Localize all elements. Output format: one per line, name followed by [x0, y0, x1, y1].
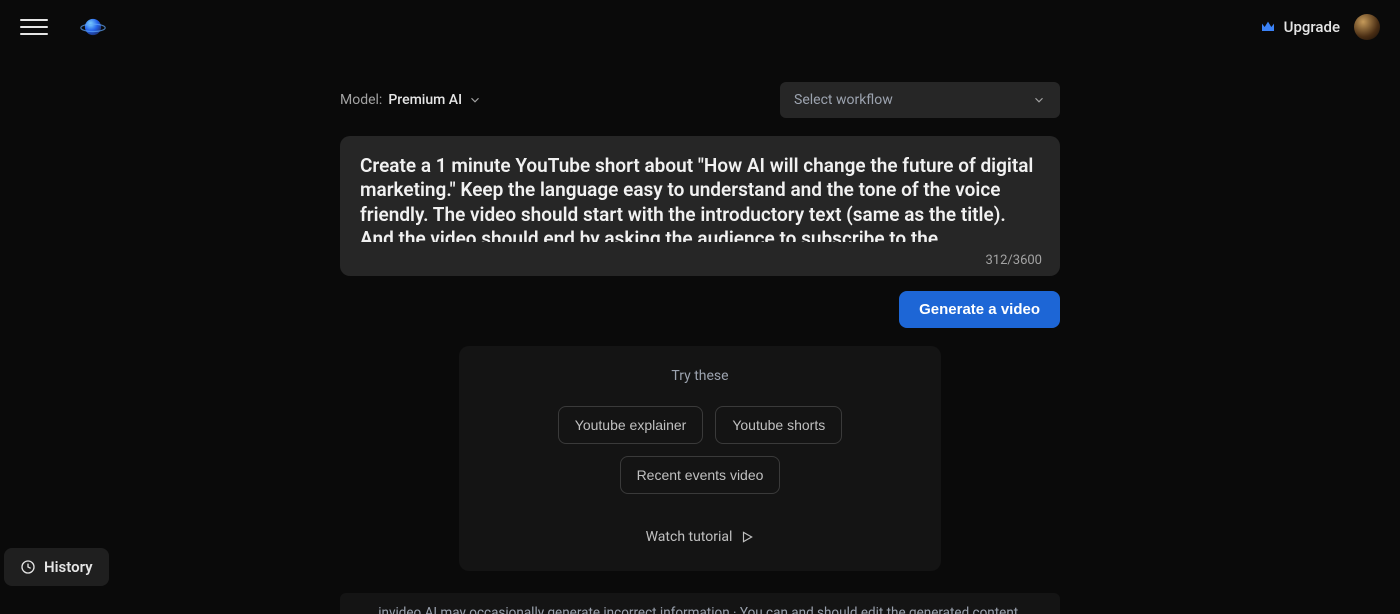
top-bar: Upgrade — [0, 2, 1400, 52]
chip-recent-events-video[interactable]: Recent events video — [620, 456, 781, 494]
history-label: History — [44, 558, 93, 576]
model-label: Model: — [340, 92, 382, 108]
chevron-down-icon — [468, 93, 482, 107]
clock-icon — [20, 559, 36, 575]
crown-icon — [1260, 19, 1276, 35]
chip-youtube-shorts[interactable]: Youtube shorts — [715, 406, 842, 444]
model-select[interactable]: Model: Premium AI — [340, 92, 482, 108]
chip-youtube-explainer[interactable]: Youtube explainer — [558, 406, 704, 444]
app-logo[interactable] — [80, 14, 106, 40]
model-value: Premium AI — [388, 92, 462, 108]
try-these-label: Try these — [479, 368, 921, 384]
prompt-textarea[interactable] — [360, 154, 1040, 242]
workflow-placeholder: Select workflow — [794, 92, 893, 108]
menu-button[interactable] — [20, 13, 48, 41]
prompt-box: 312/3600 — [340, 136, 1060, 276]
char-count: 312/3600 — [985, 253, 1042, 268]
planet-icon — [80, 14, 106, 40]
history-button[interactable]: History — [4, 548, 109, 586]
suggestions-card: Try these Youtube explainer Youtube shor… — [459, 346, 941, 571]
generate-video-button[interactable]: Generate a video — [899, 291, 1060, 328]
model-row: Model: Premium AI Select workflow — [340, 82, 1060, 118]
main-panel: Model: Premium AI Select workflow 312/36… — [340, 82, 1060, 614]
chevron-down-icon — [1032, 93, 1046, 107]
watch-tutorial-label: Watch tutorial — [646, 529, 733, 545]
workflow-select[interactable]: Select workflow — [780, 82, 1060, 118]
play-icon — [740, 530, 754, 544]
upgrade-button[interactable]: Upgrade — [1260, 18, 1340, 36]
upgrade-label: Upgrade — [1284, 18, 1340, 36]
watch-tutorial-link[interactable]: Watch tutorial — [646, 529, 755, 545]
avatar[interactable] — [1354, 14, 1380, 40]
disclaimer: invideo AI may occasionally generate inc… — [340, 593, 1060, 614]
suggestion-chips: Youtube explainer Youtube shorts Recent … — [479, 406, 921, 494]
